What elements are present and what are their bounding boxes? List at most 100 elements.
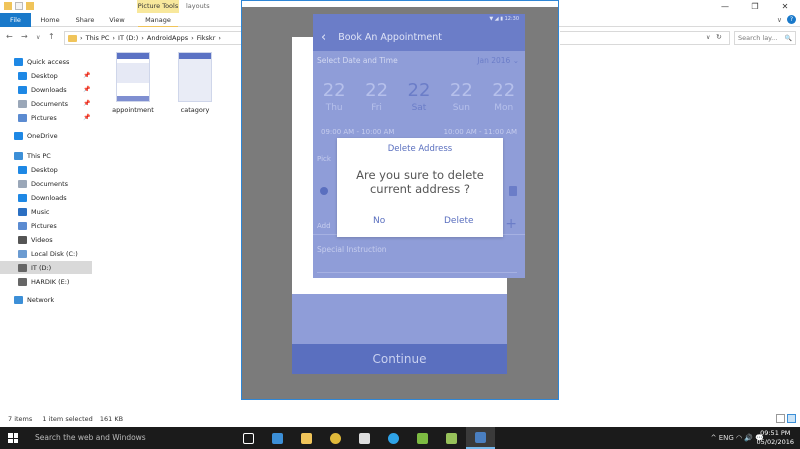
videos-icon <box>18 235 27 244</box>
sidebar-item-pictures[interactable]: Pictures <box>0 219 92 232</box>
breadcrumb-sep: › <box>141 34 144 42</box>
sidebar-item-downloads[interactable]: Downloads 📌 <box>0 83 92 96</box>
sidebar-item-documents[interactable]: Documents <box>0 177 92 190</box>
picture-tools-group: Picture Tools <box>137 0 179 13</box>
special-instruction-input[interactable]: Special Instruction <box>317 245 387 254</box>
sidebar-item-pictures[interactable]: Pictures 📌 <box>0 111 92 124</box>
sidebar-item-label: Pictures <box>31 221 57 230</box>
file-item-appointment[interactable]: appointment <box>100 52 166 114</box>
day-number: 22 <box>407 80 431 101</box>
day-option[interactable]: 22 Thu <box>323 80 346 120</box>
day-option[interactable]: 22 Fri <box>365 80 388 120</box>
sidebar-item-label: IT (D:) <box>31 263 52 272</box>
time-slot[interactable]: 10:00 AM - 11:00 AM <box>444 128 517 136</box>
sidebar-item-downloads[interactable]: Downloads <box>0 191 92 204</box>
chrome-icon[interactable] <box>321 427 350 449</box>
add-icon[interactable]: + <box>505 216 517 232</box>
address-radio-button[interactable] <box>320 187 328 195</box>
address-dropdown-icon[interactable]: ∨ <box>706 34 710 41</box>
search-input[interactable]: Search lay... 🔍 <box>734 31 796 45</box>
weekday-label: Sun <box>452 103 470 113</box>
clock[interactable]: 09:51 PM 05/02/2016 <box>757 429 794 447</box>
refresh-icon[interactable]: ↻ <box>716 33 722 41</box>
documents-icon <box>18 179 27 188</box>
close-button[interactable]: ✕ <box>770 0 800 13</box>
expand-ribbon-icon[interactable]: ∨ <box>777 16 782 24</box>
ribbon-right: ∨ ? <box>777 15 796 24</box>
screen-title: Book An Appointment <box>338 32 443 43</box>
tab-share[interactable]: Share <box>70 13 100 27</box>
cloud-icon <box>14 131 23 140</box>
details-view-icon[interactable] <box>776 414 785 423</box>
large-icons-view-icon[interactable] <box>787 414 796 423</box>
skype-icon[interactable] <box>379 427 408 449</box>
sidebar-item-hardik-e[interactable]: HARDIK (E:) <box>0 275 92 288</box>
photos-icon[interactable] <box>466 427 495 449</box>
day-option[interactable]: 22 Sun <box>450 80 473 120</box>
taskbar: Search the web and Windows ^ ENG ◠ 🔊 💬 0… <box>0 427 800 449</box>
tab-file[interactable]: File <box>0 13 31 27</box>
tab-home[interactable]: Home <box>35 13 65 27</box>
pin-icon: 📌 <box>83 72 91 79</box>
new-folder-icon[interactable] <box>26 2 34 10</box>
file-explorer-icon[interactable] <box>292 427 321 449</box>
image-page-lower <box>292 294 507 344</box>
delete-button[interactable]: Delete <box>444 216 474 226</box>
address-bar-end[interactable] <box>560 31 730 45</box>
sidebar-item-label: Desktop <box>31 71 58 80</box>
forward-arrow-icon[interactable]: → <box>21 32 28 41</box>
sidebar-item-onedrive[interactable]: OneDrive <box>0 129 92 142</box>
sidebar-item-local-disk-c[interactable]: Local Disk (C:) <box>0 247 92 260</box>
properties-icon[interactable] <box>15 2 23 10</box>
help-icon[interactable]: ? <box>787 15 796 24</box>
no-button[interactable]: No <box>373 216 385 226</box>
breadcrumb-it-drive[interactable]: IT (D:) <box>118 34 138 42</box>
sidebar-item-desktop[interactable]: Desktop <box>0 163 92 176</box>
taskbar-search[interactable]: Search the web and Windows <box>26 427 226 449</box>
maximize-button[interactable]: ❐ <box>740 0 770 13</box>
recent-locations-icon[interactable]: ∨ <box>36 34 40 41</box>
store-icon[interactable] <box>350 427 379 449</box>
android-studio-icon[interactable] <box>408 427 437 449</box>
downloads-icon <box>18 85 27 94</box>
downloads-icon <box>18 193 27 202</box>
sidebar-item-it-d[interactable]: IT (D:) <box>0 261 92 274</box>
minimize-button[interactable]: — <box>710 0 740 13</box>
file-item-catagory[interactable]: catagory <box>162 52 228 114</box>
address-bar[interactable]: › This PC › IT (D:) › AndroidApps › Fiks… <box>64 31 242 45</box>
trash-icon[interactable] <box>509 186 517 196</box>
window-title: layouts <box>186 2 210 10</box>
task-view-icon[interactable] <box>234 427 263 449</box>
tab-manage[interactable]: Manage <box>138 13 178 27</box>
up-arrow-icon[interactable]: ↑ <box>48 32 55 41</box>
weekday-label: Thu <box>325 103 343 113</box>
month-selector[interactable]: Jan 2016 ⌄ <box>477 51 519 71</box>
sidebar-item-label: Local Disk (C:) <box>31 249 78 258</box>
sidebar-item-videos[interactable]: Videos <box>0 233 92 246</box>
time-slot[interactable]: 09:00 AM - 10:00 AM <box>321 128 394 136</box>
search-placeholder: Search lay... <box>738 34 778 42</box>
folder-icon <box>68 34 77 42</box>
sidebar-item-quick-access[interactable]: Quick access <box>0 55 92 68</box>
day-option[interactable]: 22 Sat <box>408 80 431 120</box>
breadcrumb-fikskr[interactable]: Fikskr <box>197 34 216 42</box>
sidebar-item-documents[interactable]: Documents 📌 <box>0 97 92 110</box>
android-icon[interactable] <box>437 427 466 449</box>
back-arrow-icon[interactable]: ← <box>6 32 13 41</box>
pictures-icon <box>18 221 27 230</box>
sidebar-item-network[interactable]: Network <box>0 293 92 306</box>
tab-view[interactable]: View <box>104 13 130 27</box>
sidebar-item-desktop[interactable]: Desktop 📌 <box>0 69 92 82</box>
continue-button[interactable]: Continue <box>292 344 507 374</box>
sidebar-item-this-pc[interactable]: This PC <box>0 149 92 162</box>
sidebar-item-music[interactable]: Music <box>0 205 92 218</box>
windows-start-icon[interactable] <box>8 433 18 443</box>
breadcrumb-this-pc[interactable]: This PC <box>86 34 110 42</box>
day-option[interactable]: 22 Mon <box>492 80 515 120</box>
folder-icon[interactable] <box>4 2 12 10</box>
edge-icon[interactable] <box>263 427 292 449</box>
breadcrumb-androidapps[interactable]: AndroidApps <box>147 34 188 42</box>
image-thumbnail <box>178 52 212 102</box>
documents-icon <box>18 99 27 108</box>
back-arrow-icon[interactable]: ‹ <box>321 24 326 51</box>
